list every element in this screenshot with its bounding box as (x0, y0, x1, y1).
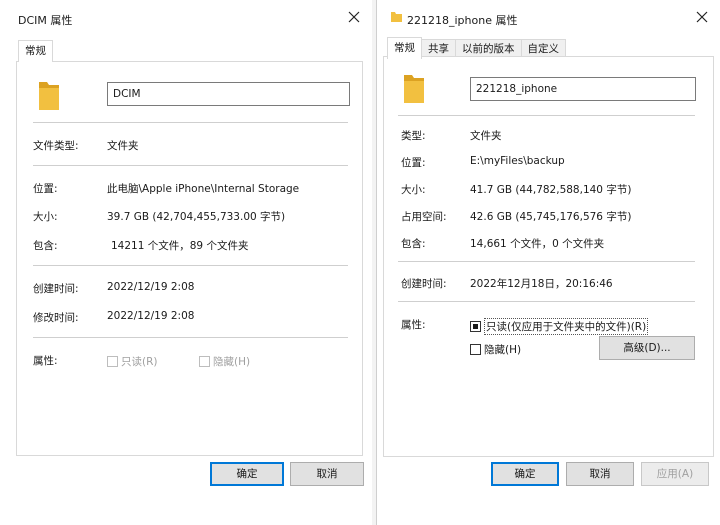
folder-icon (39, 82, 59, 110)
advanced-button[interactable]: 高级(D)... (599, 336, 695, 360)
folder-icon (391, 12, 402, 22)
type-label: 文件类型: (33, 140, 79, 152)
hidden-checkbox[interactable]: 隐藏(H) (199, 354, 250, 369)
divider (33, 165, 348, 166)
folder-name-field[interactable]: DCIM (107, 82, 350, 106)
divider (398, 301, 695, 302)
readonly-checkbox-box (107, 356, 118, 367)
type-value: 文件夹 (107, 140, 139, 152)
ok-button[interactable]: 确定 (491, 462, 559, 486)
size-value: 39.7 GB (42,704,455,733.00 字节) (107, 211, 286, 223)
readonly-checkbox[interactable]: 只读(R) (107, 354, 158, 369)
created-value: 2022/12/19 2:08 (107, 281, 195, 293)
dcim-properties-dialog: DCIM 属性 常规 DCIM 文件类型: 文件夹 位置: 此电脑\Apple … (0, 0, 372, 525)
readonly-checkbox-box (470, 321, 481, 332)
location-value: 此电脑\Apple iPhone\Internal Storage (107, 183, 300, 195)
iphone-backup-properties-dialog: 221218_iphone 属性 常规 共享 以前的版本 自定义 221218_… (376, 0, 720, 525)
title-bar: DCIM 属性 (0, 0, 372, 36)
contains-label: 包含: (33, 240, 58, 252)
window-title: 221218_iphone 属性 (407, 14, 518, 27)
contains-value: 14,661 个文件，0 个文件夹 (470, 238, 605, 250)
hidden-checkbox-box (199, 356, 210, 367)
hidden-checkbox[interactable]: 隐藏(H) (470, 342, 521, 357)
created-label: 创建时间: (401, 278, 447, 290)
window-title: DCIM 属性 (18, 14, 73, 27)
folder-name-field[interactable]: 221218_iphone (470, 77, 696, 101)
readonly-checkbox[interactable]: 只读(仅应用于文件夹中的文件)(R) (470, 318, 649, 335)
size-label: 大小: (401, 184, 426, 196)
divider (33, 337, 348, 338)
created-label: 创建时间: (33, 283, 79, 295)
modified-value: 2022/12/19 2:08 (107, 310, 195, 322)
divider (398, 115, 695, 116)
created-value: 2022年12月18日，20:16:46 (470, 278, 613, 290)
cancel-button[interactable]: 取消 (566, 462, 634, 486)
type-value: 文件夹 (470, 130, 502, 142)
attributes-label: 属性: (33, 355, 58, 367)
hidden-checkbox-label: 隐藏(H) (213, 356, 251, 368)
tab-general[interactable]: 常规 (387, 37, 422, 59)
hidden-checkbox-label: 隐藏(H) (484, 344, 522, 356)
cancel-button[interactable]: 取消 (290, 462, 364, 486)
ok-button[interactable]: 确定 (210, 462, 284, 486)
apply-button[interactable]: 应用(A) (641, 462, 709, 486)
divider (398, 261, 695, 262)
size-on-disk-value: 42.6 GB (45,745,176,576 字节) (470, 211, 632, 223)
general-panel: DCIM 文件类型: 文件夹 位置: 此电脑\Apple iPhone\Inte… (16, 61, 363, 456)
close-icon[interactable] (346, 9, 362, 25)
title-bar: 221218_iphone 属性 (377, 0, 720, 36)
tab-strip: 常规 (18, 40, 53, 62)
type-label: 类型: (401, 130, 426, 142)
location-value: E:\myFiles\backup (470, 155, 565, 167)
divider (33, 265, 348, 266)
contains-value: 14211 个文件，89 个文件夹 (111, 240, 249, 252)
hidden-checkbox-box (470, 344, 481, 355)
tab-general[interactable]: 常规 (18, 40, 53, 62)
attributes-label: 属性: (401, 319, 426, 331)
size-on-disk-label: 占用空间: (401, 211, 447, 223)
folder-icon (404, 75, 424, 103)
modified-label: 修改时间: (33, 312, 79, 324)
size-label: 大小: (33, 211, 58, 223)
location-label: 位置: (33, 183, 58, 195)
general-panel: 221218_iphone 类型: 文件夹 位置: E:\myFiles\bac… (383, 56, 714, 457)
readonly-checkbox-label: 只读(仅应用于文件夹中的文件)(R) (484, 318, 649, 335)
close-icon[interactable] (694, 9, 710, 25)
location-label: 位置: (401, 157, 426, 169)
readonly-checkbox-label: 只读(R) (121, 356, 158, 368)
size-value: 41.7 GB (44,782,588,140 字节) (470, 184, 632, 196)
contains-label: 包含: (401, 238, 426, 250)
divider (33, 122, 348, 123)
